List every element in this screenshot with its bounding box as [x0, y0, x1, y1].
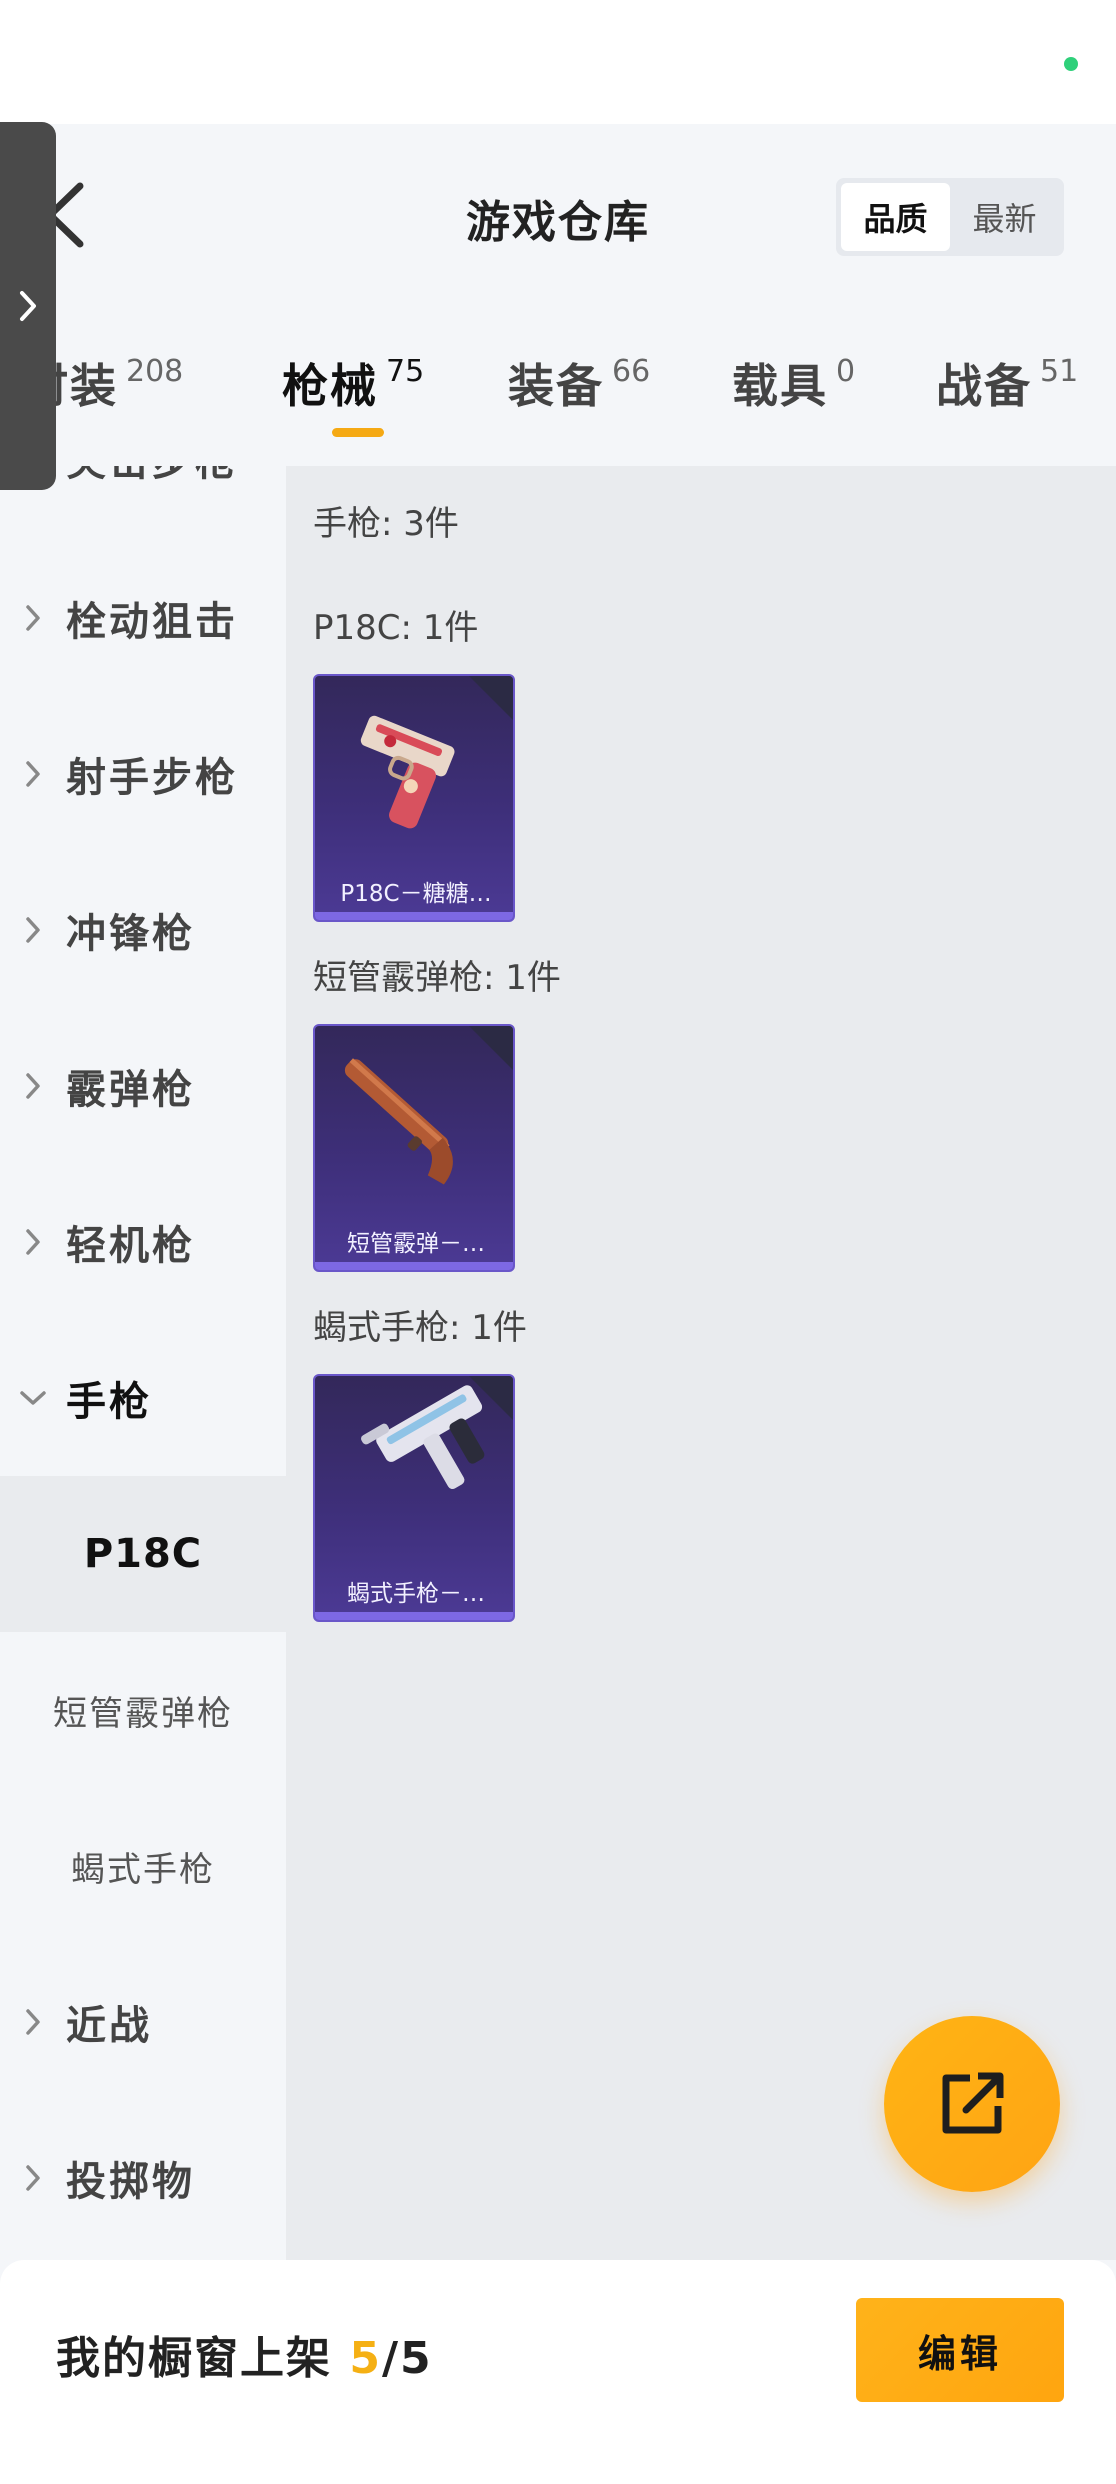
tab-label: 战备 — [936, 359, 1032, 413]
chevron-right-icon — [26, 917, 40, 943]
item-content: 手枪: 3件 P18C: 1件 P18C－糖糖… 短管霰弹枪: 1件 短管霰弹－… — [286, 466, 1116, 2260]
sort-option-newest[interactable]: 最新 — [950, 183, 1059, 251]
showcase-used-count: 5 — [349, 2333, 382, 2384]
sidebar-item-bolt-sniper[interactable]: 栓动狙击 — [0, 540, 286, 696]
sidebar-item-melee[interactable]: 近战 — [0, 1944, 286, 2100]
active-tab-underline — [332, 428, 384, 437]
sidebar-subitem-scorpion[interactable]: 蝎式手枪 — [0, 1788, 286, 1944]
chevron-right-icon — [26, 761, 40, 787]
item-card[interactable]: P18C－糖糖… — [313, 674, 515, 922]
sidebar-subitem-sawed-off[interactable]: 短管霰弹枪 — [0, 1632, 286, 1788]
chevron-right-icon — [26, 605, 40, 631]
status-bar — [0, 0, 1116, 124]
red-pistol-icon — [360, 715, 455, 829]
tab-supplies[interactable]: 战备 51 — [936, 350, 1078, 416]
sidebar-item-shotgun[interactable]: 霰弹枪 — [0, 1008, 286, 1164]
edit-button[interactable]: 编辑 — [856, 2298, 1064, 2402]
sidebar-item-label: 冲锋枪 — [66, 911, 195, 957]
sidebar-item-label: 突击步枪 — [66, 466, 238, 487]
showcase-status: 我的橱窗上架 5/5 — [56, 2322, 433, 2386]
tab-count: 0 — [836, 354, 856, 389]
sort-option-quality[interactable]: 品质 — [841, 183, 950, 251]
sidebar-item-label: 近战 — [66, 2003, 152, 2049]
showcase-total-count: /5 — [381, 2333, 433, 2384]
chevron-right-icon — [26, 2009, 40, 2035]
tab-count: 66 — [612, 354, 651, 389]
item-card[interactable]: 短管霰弹－… — [313, 1024, 515, 1272]
sidebar-item-label: 轻机枪 — [66, 1223, 195, 1269]
tab-label: 载具 — [732, 359, 828, 413]
chevron-right-icon — [26, 2165, 40, 2191]
chevron-right-icon — [26, 1073, 40, 1099]
sidebar-item-label: 射手步枪 — [66, 755, 238, 801]
showcase-label: 我的橱窗上架 — [56, 2333, 332, 2384]
sidebar-item-smg[interactable]: 冲锋枪 — [0, 852, 286, 1008]
sidebar-item-label: 手枪 — [66, 1379, 152, 1425]
category-tabs: 时装 208 枪械 75 装备 66 载具 0 战备 51 — [0, 330, 1116, 470]
sawed-off-shotgun-icon — [344, 1058, 453, 1185]
tab-label: 装备 — [508, 359, 604, 413]
item-name: P18C－糖糖… — [340, 881, 492, 907]
tab-count: 75 — [386, 354, 425, 389]
sidebar-item-marksman-rifle[interactable]: 射手步枪 — [0, 696, 286, 852]
sidebar: 突击步枪 栓动狙击 射手步枪 冲锋枪 霰弹枪 轻机枪 手枪 P18C 短管霰弹枪… — [0, 466, 286, 2260]
status-indicator-dot — [1064, 57, 1078, 71]
group-header: 手枪: 3件 — [313, 504, 459, 544]
section-header: 蝎式手枪: 1件 — [313, 1308, 527, 1348]
sidebar-item-label: 霰弹枪 — [66, 1067, 195, 1113]
sidebar-item-label: 投掷物 — [66, 2159, 195, 2205]
item-name: 蝎式手枪－… — [347, 1581, 485, 1607]
tab-count: 208 — [126, 354, 184, 389]
tab-firearms[interactable]: 枪械 75 — [282, 350, 424, 416]
sidebar-item-label: 栓动狙击 — [66, 599, 238, 645]
section-header: 短管霰弹枪: 1件 — [313, 958, 561, 998]
sidebar-item-lmg[interactable]: 轻机枪 — [0, 1164, 286, 1320]
tab-vehicles[interactable]: 载具 0 — [732, 350, 855, 416]
floating-edit-button[interactable] — [884, 2016, 1060, 2192]
chevron-down-icon — [20, 1391, 46, 1405]
tab-count: 51 — [1040, 354, 1079, 389]
item-name: 短管霰弹－… — [347, 1231, 485, 1257]
external-edit-icon — [942, 2072, 1004, 2134]
tab-equipment[interactable]: 装备 66 — [508, 350, 650, 416]
item-card[interactable]: 蝎式手枪－… — [313, 1374, 515, 1622]
section-header: P18C: 1件 — [313, 608, 479, 648]
scorpion-pistol-icon — [361, 1385, 485, 1490]
sidebar-item-pistol[interactable]: 手枪 — [0, 1320, 286, 1476]
tab-label: 枪械 — [282, 359, 378, 413]
chevron-right-icon — [20, 291, 36, 321]
sidebar-item-throwable[interactable]: 投掷物 — [0, 2100, 286, 2256]
chevron-right-icon — [26, 1229, 40, 1255]
sort-toggle[interactable]: 品质 最新 — [836, 178, 1064, 256]
floating-panel-handle[interactable] — [0, 122, 56, 490]
sidebar-subitem-p18c[interactable]: P18C — [0, 1476, 286, 1632]
